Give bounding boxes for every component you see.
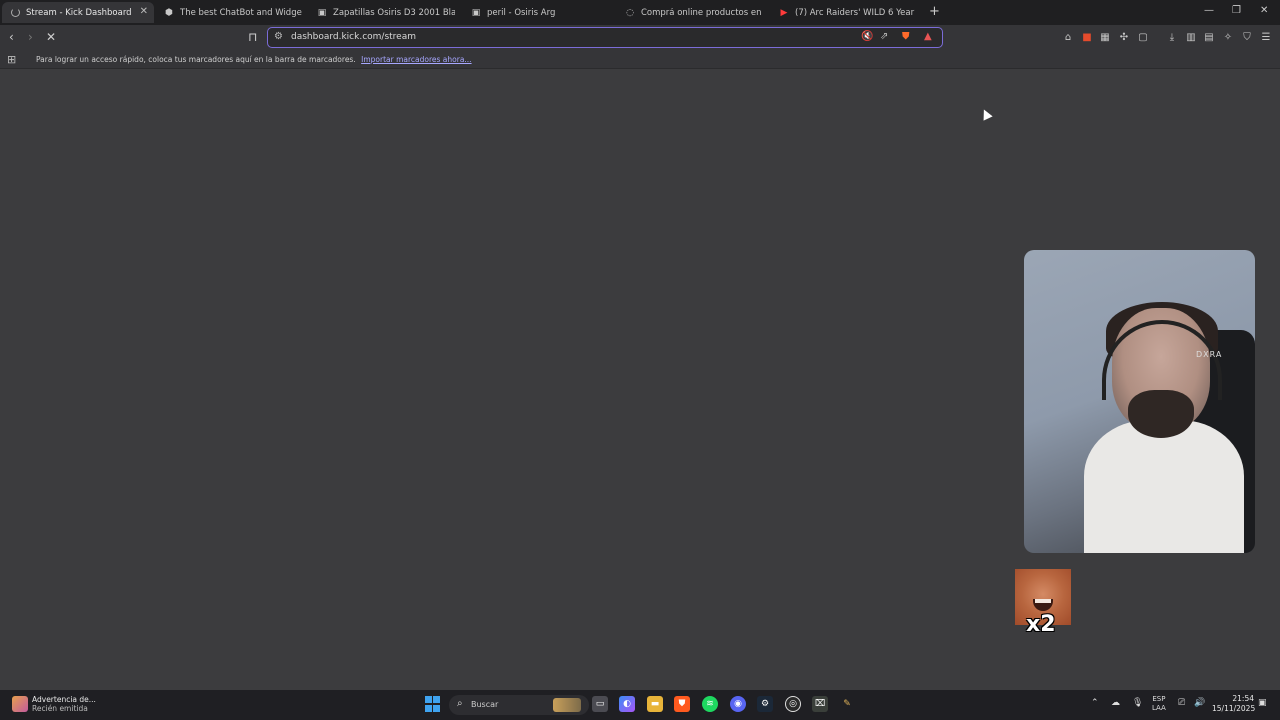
youtube-icon: ▶ xyxy=(780,7,788,18)
weather-notification[interactable]: Advertencia de... Recién emitida xyxy=(12,695,96,713)
botrix-icon: ⬢ xyxy=(165,7,173,18)
back-icon[interactable]: ‹ xyxy=(9,30,14,44)
language-indicator[interactable]: ESP LAA xyxy=(1152,695,1166,713)
show-hidden-icons[interactable]: ⌃ xyxy=(1091,698,1099,708)
window-close-icon[interactable]: ✕ xyxy=(1260,5,1268,16)
spotify-icon[interactable]: ≋ xyxy=(702,696,718,712)
image-icon: ▣ xyxy=(471,7,481,18)
extensions-puzzle-icon[interactable]: ✣ xyxy=(1118,31,1130,43)
tab-title: peril - Osiris Arg xyxy=(487,7,556,18)
tab-osiris[interactable]: ▣ peril - Osiris Arg xyxy=(463,2,609,23)
app-icon[interactable]: ⌧ xyxy=(812,696,828,712)
extension-icon[interactable]: ■ xyxy=(1081,31,1093,43)
onedrive-icon[interactable]: ☁ xyxy=(1111,698,1120,708)
url-text[interactable]: dashboard.kick.com/stream xyxy=(291,32,416,42)
extension-icon[interactable]: ⌂ xyxy=(1062,31,1074,43)
tab-youtube[interactable]: ▶ (7) Arc Raiders' WILD 6 Year Develop xyxy=(771,2,917,23)
tab-kick-dashboard[interactable]: Stream - Kick Dashboard ✕ xyxy=(2,2,154,23)
copilot-icon[interactable]: ◐ xyxy=(619,696,635,712)
notifications-icon[interactable]: ▣ xyxy=(1258,698,1267,708)
site-settings-icon[interactable]: ⚙ xyxy=(274,31,283,42)
taskbar-search[interactable]: ⌕ Buscar xyxy=(449,695,589,715)
share-icon[interactable]: ⇗ xyxy=(880,31,888,42)
address-bar[interactable]: ⚙ dashboard.kick.com/stream 🔇 ⇗ ⛊ ▲ xyxy=(267,27,943,48)
tab-title: Stream - Kick Dashboard xyxy=(26,7,132,18)
download-icon[interactable]: ⤓ xyxy=(1166,31,1178,43)
clock-date: 15/11/2025 xyxy=(1212,704,1256,713)
bookmarks-hint: Para lograr un acceso rápido, coloca tus… xyxy=(36,55,472,64)
mute-tab-icon[interactable]: 🔇 xyxy=(861,31,873,42)
language-code: ESP xyxy=(1152,695,1166,703)
file-explorer-icon[interactable]: ▬ xyxy=(647,696,663,712)
webcam-overlay: DXRA xyxy=(1024,250,1255,553)
image-icon: ▣ xyxy=(317,7,327,18)
emote-teeth xyxy=(1035,599,1051,603)
volume-icon[interactable]: 🔊 xyxy=(1194,698,1205,708)
bookmarks-bar: ⊞ Para lograr un acceso rápido, coloca t… xyxy=(0,50,1280,69)
search-placeholder: Buscar xyxy=(471,700,499,709)
spinner-icon xyxy=(10,8,20,18)
discord-icon[interactable]: ◉ xyxy=(730,696,746,712)
start-button[interactable] xyxy=(424,696,440,712)
tab-strip: Stream - Kick Dashboard ✕ ⬢ The best Cha… xyxy=(0,0,1280,25)
obs-icon[interactable]: ◎ xyxy=(785,696,801,712)
taskbar: Advertencia de... Recién emitida xyxy=(0,690,1280,720)
notification-title: Advertencia de... xyxy=(32,695,96,704)
leo-ai-icon[interactable]: ✧ xyxy=(1222,31,1234,43)
clock-time: 21:54 xyxy=(1232,694,1254,703)
bookmarks-message: Para lograr un acceso rápido, coloca tus… xyxy=(36,55,356,64)
brave-browser-icon[interactable]: ⛊ xyxy=(674,696,690,712)
person-body xyxy=(1084,420,1244,553)
loading-icon: ◌ xyxy=(626,7,634,18)
tab-title: (7) Arc Raiders' WILD 6 Year Develop xyxy=(795,7,917,18)
tab-botrix[interactable]: ⬢ The best ChatBot and Widgets for Ki xyxy=(156,2,302,23)
tab-title: The best ChatBot and Widgets for Ki xyxy=(180,7,302,18)
search-icon: ⌕ xyxy=(457,698,463,709)
bookmark-icon[interactable]: ⊓ xyxy=(248,30,257,44)
stop-loading-icon[interactable]: ✕ xyxy=(46,30,56,44)
system-clock[interactable]: 21:54 15/11/2025 xyxy=(1212,694,1256,714)
menu-icon[interactable]: ☰ xyxy=(1260,31,1272,43)
tab-dvssho[interactable]: ◌ Comprá online productos en dvssho xyxy=(617,2,763,23)
tab-title: Comprá online productos en dvssho xyxy=(641,7,763,18)
close-tab-icon[interactable]: ✕ xyxy=(140,6,148,17)
minimize-icon[interactable]: — xyxy=(1204,5,1214,16)
new-tab-icon[interactable]: + xyxy=(929,4,940,19)
app-icon[interactable]: ✎ xyxy=(839,696,855,712)
tab-zapatillas[interactable]: ▣ Zapatillas Osiris D3 2001 Black Black xyxy=(309,2,455,23)
emote-multiplier: x2 xyxy=(1026,612,1056,637)
wallet-icon[interactable]: ▤ xyxy=(1203,31,1215,43)
search-highlight-image xyxy=(553,698,581,712)
maximize-icon[interactable]: ❐ xyxy=(1232,5,1241,16)
extension-icon[interactable]: ▦ xyxy=(1099,31,1111,43)
sidebar-icon[interactable]: ▥ xyxy=(1185,31,1197,43)
chair-brand-label: DXRA xyxy=(1196,350,1223,359)
keyboard-layout: LAA xyxy=(1152,704,1166,712)
forward-icon[interactable]: › xyxy=(28,30,33,44)
tab-title: Zapatillas Osiris D3 2001 Black Black xyxy=(333,7,455,18)
network-icon[interactable]: ⎚ xyxy=(1178,698,1185,708)
vpn-icon[interactable]: ⛉ xyxy=(1241,31,1253,43)
extension-icon[interactable]: ▢ xyxy=(1137,31,1149,43)
brave-rewards-icon[interactable]: ▲ xyxy=(924,31,932,42)
task-view-icon[interactable]: ▭ xyxy=(592,696,608,712)
notification-subtitle: Recién emitida xyxy=(32,704,88,713)
brave-shields-icon[interactable]: ⛊ xyxy=(902,31,910,42)
warning-weather-icon xyxy=(12,696,28,712)
microphone-icon[interactable]: 🎙 xyxy=(1132,698,1143,708)
steam-icon[interactable]: ⚙ xyxy=(757,696,773,712)
apps-grid-icon[interactable]: ⊞ xyxy=(7,53,16,66)
import-bookmarks-link[interactable]: Importar marcadores ahora... xyxy=(361,55,471,64)
